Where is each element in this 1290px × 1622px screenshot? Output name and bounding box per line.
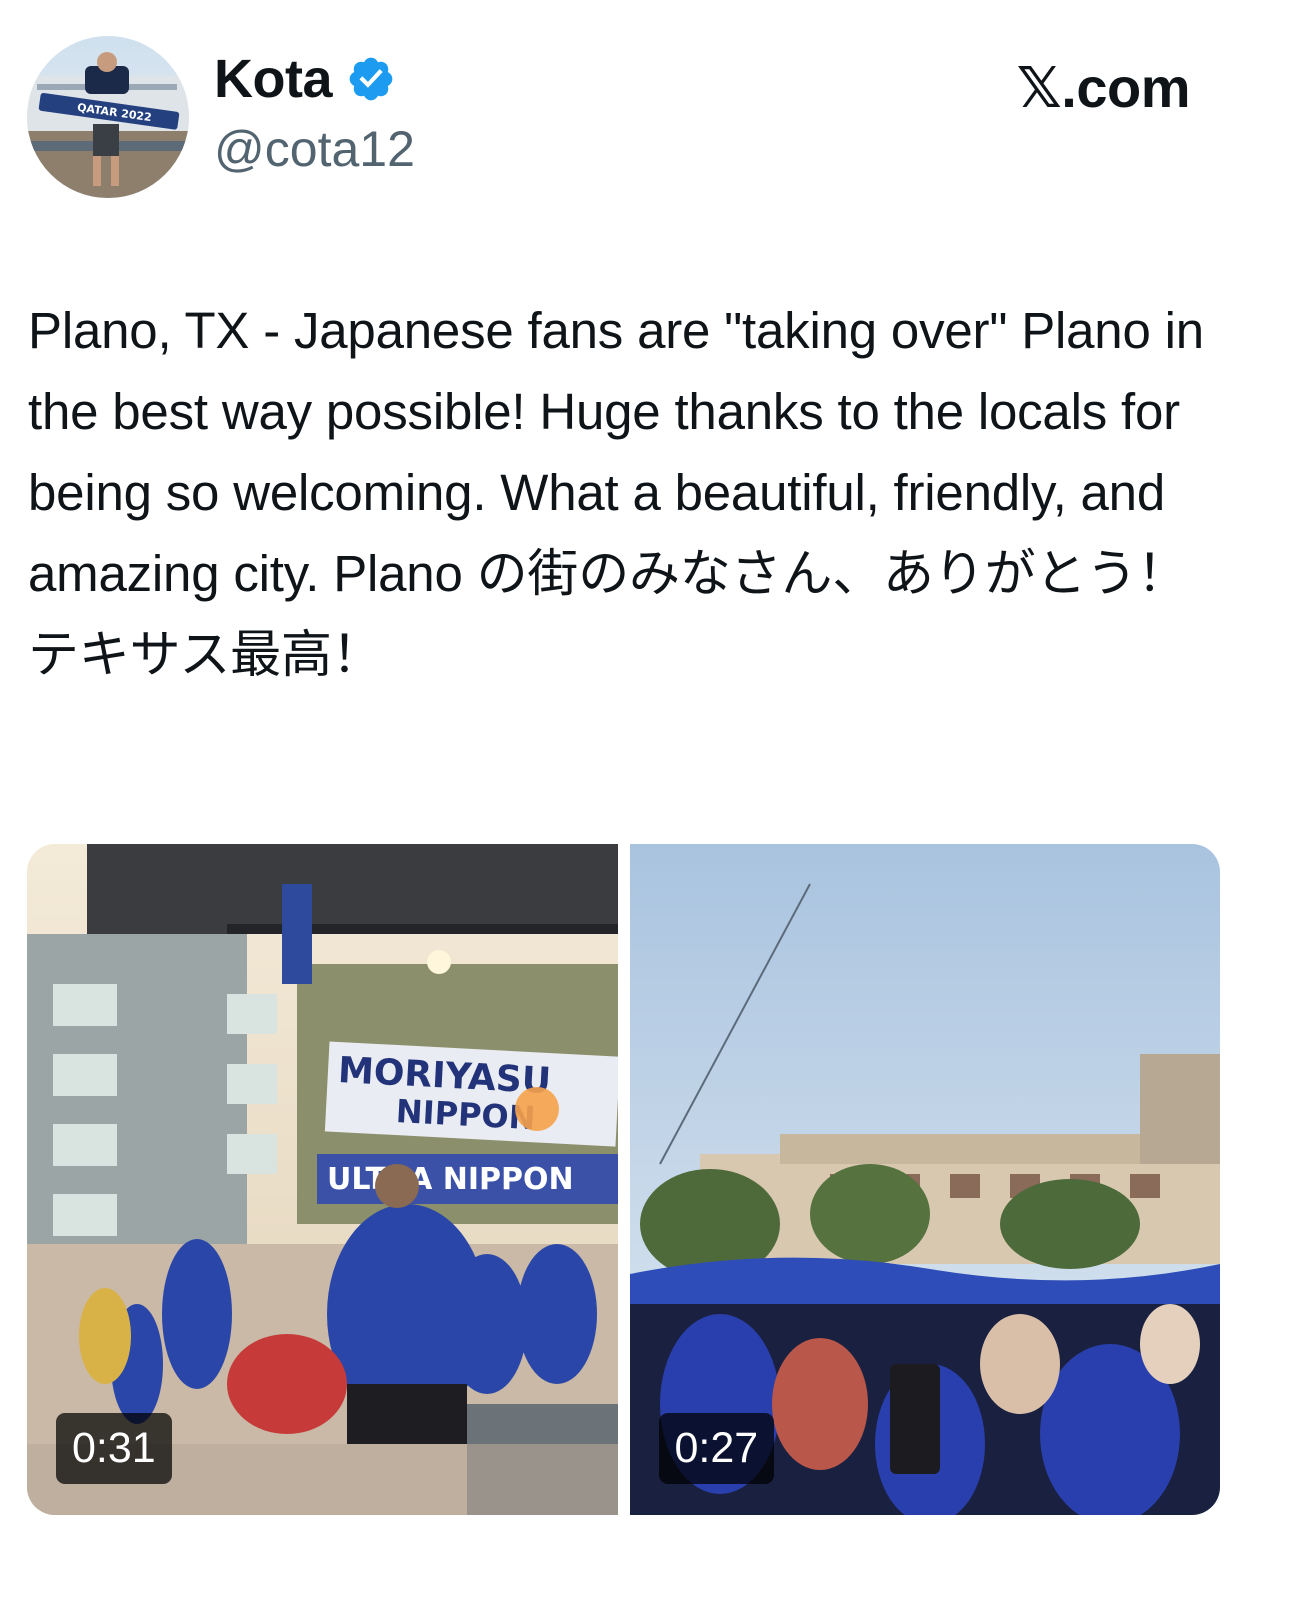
video-thumbnail-1[interactable]: MORIYASU NIPPON ULTRA NIPPON 0:31 — [27, 844, 618, 1515]
video-duration-badge: 0:31 — [56, 1413, 172, 1484]
author-avatar[interactable]: QATAR 2022 — [27, 36, 189, 198]
avatar-photo: QATAR 2022 — [27, 36, 189, 198]
x-com-logo-link[interactable]: 𝕏.com — [1017, 60, 1191, 116]
video-thumbnail-2[interactable]: 0:27 — [629, 844, 1221, 1515]
verified-badge-icon — [349, 57, 393, 101]
banner-ultra-nippon-text: ULTRA NIPPON — [327, 1162, 574, 1197]
tweet-text: Plano, TX - Japanese fans are "taking ov… — [28, 302, 1218, 683]
media-grid: MORIYASU NIPPON ULTRA NIPPON 0:31 0:27 — [27, 844, 1220, 1515]
author-display-name[interactable]: Kota — [214, 52, 333, 106]
author-handle[interactable]: @cota12 — [214, 124, 415, 174]
banner-nippon-text: NIPPON — [395, 1092, 536, 1137]
video-duration-badge: 0:27 — [658, 1413, 775, 1484]
